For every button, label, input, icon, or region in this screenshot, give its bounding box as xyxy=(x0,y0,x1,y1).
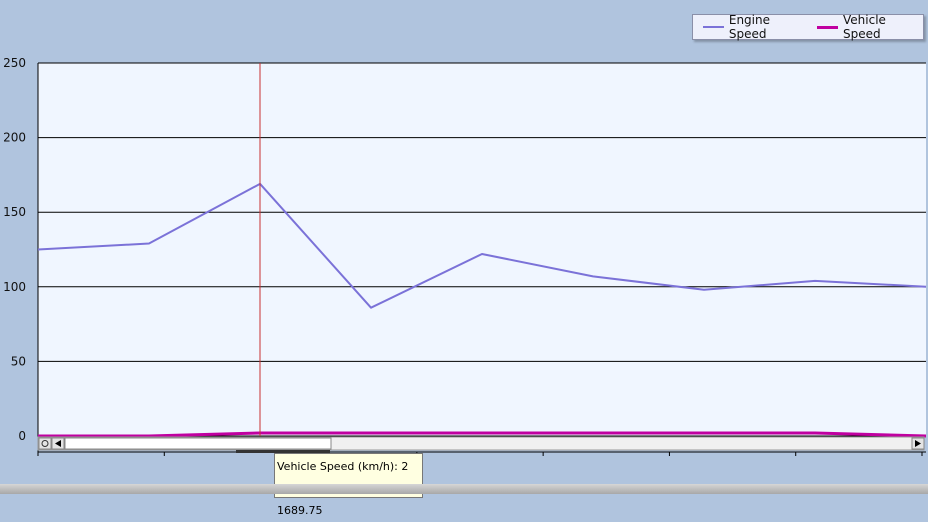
engine-speed-swatch xyxy=(703,26,724,28)
y-tick-label: 200 xyxy=(3,131,26,145)
legend-label-vehicle-speed: Vehicle Speed xyxy=(843,13,886,41)
scrollbar-thumb[interactable] xyxy=(64,437,332,450)
window-bottom-edge xyxy=(0,484,928,494)
y-tick-label: 0 xyxy=(18,429,26,443)
arrow-left-icon[interactable] xyxy=(51,437,65,450)
vehicle-speed-swatch xyxy=(817,25,838,29)
y-tick-label: 150 xyxy=(3,205,26,219)
y-tick-label: 100 xyxy=(3,280,26,294)
chart: 0 50 100 150 200 250 xyxy=(3,56,927,456)
y-tick-label: 50 xyxy=(11,354,26,368)
plot-area[interactable] xyxy=(38,63,926,436)
legend-item-engine-speed[interactable]: Engine Speed xyxy=(703,13,807,41)
tooltip-vehicle-speed: Vehicle Speed (km/h): 2 xyxy=(277,460,409,473)
legend-label-engine-speed: Engine Speed xyxy=(728,13,770,41)
legend: Engine Speed Vehicle Speed xyxy=(692,13,924,41)
zoom-reset-icon[interactable] xyxy=(38,437,52,450)
arrow-right-icon[interactable] xyxy=(911,437,925,450)
x-axis-ticks xyxy=(37,451,926,456)
y-axis-tick-labels: 0 50 100 150 200 250 xyxy=(3,56,26,443)
legend-item-vehicle-speed[interactable]: Vehicle Speed xyxy=(817,13,923,41)
y-tick-label: 250 xyxy=(3,56,26,70)
horizontal-scrollbar[interactable] xyxy=(37,436,925,453)
